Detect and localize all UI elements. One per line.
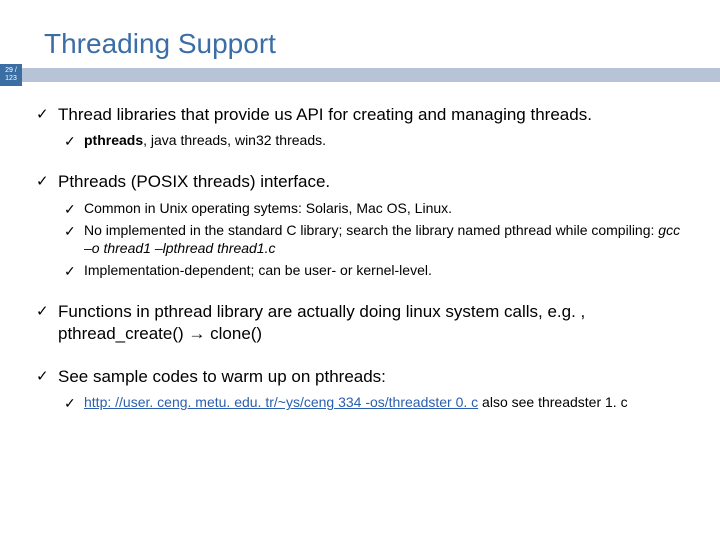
threadster-link[interactable]: http: //user. ceng. metu. edu. tr/~ys/ce… bbox=[84, 394, 478, 410]
bullet-sample-codes: See sample codes to warm up on pthreads:… bbox=[30, 366, 690, 411]
page-number-badge: 29 / 123 bbox=[0, 64, 22, 86]
text-thread-kinds: , java threads, win32 threads. bbox=[143, 132, 326, 148]
slide-title: Threading Support bbox=[0, 0, 720, 68]
bullet-text: Pthreads (POSIX threads) interface. bbox=[58, 172, 330, 191]
subbullet-unix: Common in Unix operating sytems: Solaris… bbox=[58, 199, 690, 217]
bullet-syscalls: Functions in pthread library are actuall… bbox=[30, 301, 690, 344]
bullet-text: Thread libraries that provide us API for… bbox=[58, 105, 592, 124]
page-current: 29 bbox=[5, 67, 13, 74]
accent-ribbon bbox=[22, 68, 720, 82]
slide-content: Thread libraries that provide us API for… bbox=[0, 104, 720, 411]
bullet-pthreads-interface: Pthreads (POSIX threads) interface. Comm… bbox=[30, 171, 690, 279]
bullet-thread-libraries: Thread libraries that provide us API for… bbox=[30, 104, 690, 149]
subbullet-link: http: //user. ceng. metu. edu. tr/~ys/ce… bbox=[58, 393, 690, 411]
text-also-see: also see threadster 1. c bbox=[478, 394, 627, 410]
header-bar: 29 / 123 bbox=[0, 68, 720, 86]
subbullet-clib: No implemented in the standard C library… bbox=[58, 221, 690, 257]
page-total: 123 bbox=[5, 75, 17, 82]
bullet-text: See sample codes to warm up on pthreads: bbox=[58, 367, 386, 386]
bold-pthreads: pthreads bbox=[84, 132, 143, 148]
subbullet-impl: Implementation-dependent; can be user- o… bbox=[58, 261, 690, 279]
arrow-icon: → bbox=[188, 324, 205, 343]
subbullet-pthreads-list: pthreads, java threads, win32 threads. bbox=[58, 131, 690, 149]
